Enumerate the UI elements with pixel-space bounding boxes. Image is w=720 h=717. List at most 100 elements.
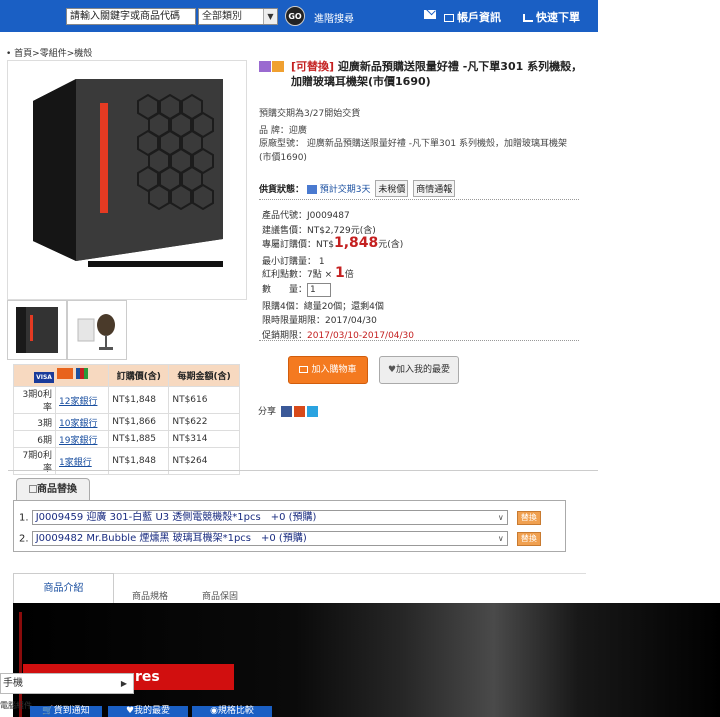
- card-logos: VISA: [12, 364, 110, 387]
- supply-status-link[interactable]: 預計交期3天: [320, 185, 371, 195]
- thumbnail-case[interactable]: [7, 300, 67, 360]
- category-popup-label: 手機: [3, 678, 23, 689]
- product-title-text: 迎廣新品預購送限量好禮 -凡下單301 系列機殼，加贈玻璃耳機架(市價1690): [291, 60, 583, 88]
- table-row: 6期 19家銀行 NT$1,885 NT$314: [13, 430, 240, 448]
- cart-icon: [299, 366, 309, 373]
- replace-button[interactable]: 替換: [516, 531, 541, 546]
- replacement-option: J0009482 Mr.Bubble 煙燻黑 玻璃耳機架*1pcs +0 (預購…: [35, 533, 307, 544]
- bonus-points-row: 紅利點數：7點 × 1倍: [262, 265, 354, 281]
- search-input[interactable]: 請輸入關鍵字或商品代碼: [66, 8, 196, 25]
- category-select-value: 全部類別: [202, 11, 242, 22]
- arrival-notice-button[interactable]: 🛒貨到通知: [30, 706, 102, 717]
- add-to-cart-button[interactable]: 加入購物車: [288, 356, 368, 384]
- partial-menu-text: 電腦組件: [0, 701, 32, 710]
- replace-button[interactable]: 替換: [516, 510, 541, 525]
- product-main-image[interactable]: [7, 60, 247, 300]
- bank-link[interactable]: 10家銀行: [54, 413, 110, 431]
- right-empty-area: [598, 0, 720, 610]
- table-row: 3期0利率 12家銀行 NT$1,848 NT$616: [13, 386, 240, 414]
- member-price-suffix: 元(含): [378, 240, 404, 250]
- thumbnail-headphone-stand[interactable]: [67, 300, 127, 360]
- mastercard-icon: [57, 368, 74, 379]
- bank-link-text[interactable]: 12家銀行: [59, 397, 97, 407]
- add-to-favorites-button[interactable]: ♥加入我的最愛: [379, 356, 459, 384]
- check-icon: [523, 14, 533, 22]
- mail-icon[interactable]: [424, 10, 436, 19]
- installment-label: 6期: [13, 430, 56, 448]
- market-info-button[interactable]: 商情通報: [413, 180, 456, 197]
- account-info-link[interactable]: 帳戶資訊: [444, 9, 501, 25]
- installment-monthly: NT$314: [168, 430, 240, 448]
- my-favorites-label: 我的最愛: [134, 706, 171, 716]
- quick-order-label: 快速下單: [536, 11, 580, 24]
- quantity-input[interactable]: 1: [307, 282, 332, 297]
- table-row: 3期 10家銀行 NT$1,866 NT$622: [13, 413, 240, 431]
- installment-monthly: NT$622: [168, 413, 240, 431]
- product-title: [可替換] 迎廣新品預購送限量好禮 -凡下單301 系列機殼，加贈玻璃耳機架(市…: [291, 59, 591, 89]
- replacement-index: 1.: [19, 512, 29, 524]
- supply-status-label: 供貨狀態：: [259, 185, 305, 195]
- go-button[interactable]: GO: [285, 6, 305, 26]
- bank-link-text[interactable]: 1家銀行: [59, 458, 92, 468]
- chevron-down-icon: ∨: [497, 513, 504, 522]
- replacement-box: 1. J0009459 迎廣 301-白藍 U3 透側電競機殼*1pcs +0 …: [13, 500, 566, 552]
- advanced-search-link[interactable]: 進階搜尋: [314, 10, 354, 25]
- tab-product-warranty[interactable]: 商品保固: [202, 589, 238, 602]
- bank-link[interactable]: 19家銀行: [54, 430, 110, 448]
- category-popup-item[interactable]: 手機 ▶: [0, 673, 134, 694]
- chevron-right-icon: ▶: [120, 679, 127, 688]
- chevron-down-icon: ▼: [263, 9, 277, 24]
- supply-status-row: 供貨狀態： 預計交期3天 未稅價 商情通報: [259, 180, 579, 197]
- installment-monthly: NT$616: [168, 386, 240, 414]
- thumbnail-headphone-stand-image: [77, 314, 115, 350]
- installment-label: 3期0利率: [13, 386, 56, 414]
- product-intro-banner: [13, 603, 720, 717]
- cart-icon: 🛒: [42, 706, 54, 716]
- bank-link[interactable]: 12家銀行: [54, 386, 110, 414]
- product-code: 產品代號：J0009487: [262, 211, 350, 221]
- quantity-row: 數 量： 1: [262, 282, 332, 297]
- top-navigation-bar: 請輸入關鍵字或商品代碼 全部類別 ▼ GO 進階搜尋 帳戶資訊 快速下單: [0, 0, 598, 32]
- purchase-limit: 限購4個：總量20個；還剩4個: [262, 302, 384, 312]
- bank-link-text[interactable]: 10家銀行: [59, 419, 97, 429]
- id-card-icon: [444, 14, 454, 22]
- pc-case-image: [33, 79, 223, 267]
- facebook-icon[interactable]: [280, 406, 292, 417]
- tax-excluded-button[interactable]: 未稅價: [375, 180, 409, 197]
- orange-badge-icon: [272, 61, 284, 72]
- plurk-icon[interactable]: [293, 406, 305, 417]
- limit-deadline: 限時限量期限：2017/04/30: [262, 316, 377, 326]
- tab-product-replacement[interactable]: 商品替換: [16, 478, 90, 500]
- my-favorites-button[interactable]: ♥我的最愛: [108, 706, 188, 717]
- jcb-icon: [76, 368, 89, 379]
- replacement-index: 2.: [19, 533, 29, 545]
- heart-icon: ♥: [387, 365, 397, 375]
- tab-product-intro[interactable]: 商品介紹: [13, 573, 114, 603]
- monthly-amount-header: 每期金額(含): [168, 364, 240, 387]
- replacement-select[interactable]: J0009459 迎廣 301-白藍 U3 透側電競機殼*1pcs +0 (預購…: [31, 510, 508, 525]
- edit-icon: [29, 485, 37, 493]
- breadcrumb[interactable]: • 首頁>零組件>機殼: [6, 46, 92, 59]
- heart-icon: ♥: [125, 706, 135, 716]
- installment-price: NT$1,885: [108, 430, 170, 448]
- bonus-multiplier: 1: [335, 265, 345, 281]
- tab-product-spec[interactable]: 商品規格: [132, 589, 168, 602]
- replacement-select[interactable]: J0009482 Mr.Bubble 煙燻黑 玻璃耳機架*1pcs +0 (預購…: [31, 531, 508, 546]
- preorder-note: 預購交期為3/27開始交貨: [259, 109, 361, 119]
- divider: [259, 340, 579, 341]
- share-label: 分享: [258, 407, 277, 417]
- replaceable-tag: [可替換]: [291, 60, 335, 73]
- bank-link-text[interactable]: 19家銀行: [59, 436, 97, 446]
- chevron-down-icon: ∨: [497, 534, 504, 543]
- member-price-row: 專屬訂購價：NT$1,848元(含): [262, 235, 403, 251]
- add-to-cart-label: 加入購物車: [311, 365, 357, 375]
- installment-label: 3期: [13, 413, 56, 431]
- arrival-notice-label: 貨到通知: [53, 706, 90, 716]
- spec-compare-button[interactable]: ◉規格比較: [192, 706, 272, 717]
- category-select[interactable]: 全部類別 ▼: [198, 8, 278, 25]
- quick-order-link[interactable]: 快速下單: [523, 9, 580, 25]
- bonus-suffix: 倍: [344, 270, 354, 280]
- twitter-icon[interactable]: [306, 406, 318, 417]
- add-to-favorites-label: 加入我的最愛: [396, 365, 451, 375]
- order-price-header: 訂購價(含): [108, 364, 170, 387]
